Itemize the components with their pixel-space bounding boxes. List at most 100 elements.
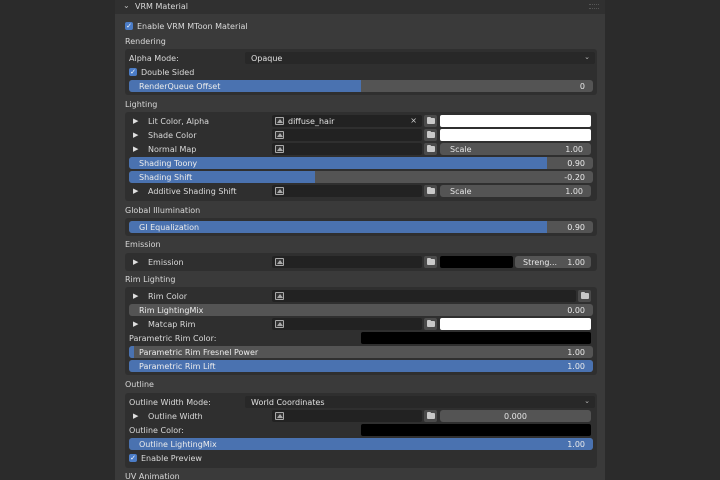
folder-icon[interactable] bbox=[424, 143, 437, 155]
folder-icon[interactable] bbox=[424, 318, 437, 330]
gi-equalization-value: 0.90 bbox=[567, 223, 585, 232]
gi-equalization-label: GI Equalization bbox=[139, 223, 200, 232]
lit-color-texture-field[interactable]: diffuse_hair × bbox=[272, 115, 422, 127]
expand-arrow-icon[interactable]: ▶ bbox=[133, 131, 138, 139]
clear-texture-icon[interactable]: × bbox=[410, 116, 417, 125]
rim-fresnel-power-slider[interactable]: Parametric Rim Fresnel Power 1.00 bbox=[129, 346, 593, 358]
right-margin bbox=[605, 0, 720, 480]
additive-shading-shift-label: Additive Shading Shift bbox=[148, 187, 237, 196]
matcap-texture-field[interactable] bbox=[272, 318, 422, 330]
folder-icon[interactable] bbox=[424, 185, 437, 197]
left-margin bbox=[0, 0, 115, 480]
additive-shading-texture-field[interactable] bbox=[272, 185, 422, 197]
emission-section-title: Emission bbox=[125, 240, 161, 249]
alpha-mode-dropdown[interactable]: Opaque ⌄ bbox=[245, 52, 595, 64]
expand-arrow-icon[interactable]: ▶ bbox=[133, 145, 138, 153]
expand-arrow-icon[interactable]: ▶ bbox=[133, 117, 138, 125]
additive-scale-field[interactable]: Scale 1.00 bbox=[440, 185, 591, 197]
panel-title: VRM Material bbox=[135, 2, 188, 11]
folder-icon[interactable] bbox=[424, 410, 437, 422]
rim-fresnel-power-label: Parametric Rim Fresnel Power bbox=[139, 348, 259, 357]
strength-label: Streng... bbox=[523, 258, 558, 267]
shade-color-texture-field[interactable] bbox=[272, 129, 422, 141]
outline-width-value: 0.000 bbox=[504, 412, 527, 421]
shading-toony-value: 0.90 bbox=[567, 159, 585, 168]
outline-color-swatch[interactable] bbox=[361, 424, 591, 436]
outline-color-label: Outline Color: bbox=[129, 426, 184, 435]
outline-width-texture-field[interactable] bbox=[272, 410, 422, 422]
renderqueue-offset-slider[interactable]: RenderQueue Offset 0 bbox=[129, 80, 593, 92]
rim-lift-label: Parametric Rim Lift bbox=[139, 362, 216, 371]
rim-lightingmix-slider[interactable]: Rim LightingMix 0.00 bbox=[129, 304, 593, 316]
folder-icon[interactable] bbox=[424, 129, 437, 141]
strength-value: 1.00 bbox=[567, 258, 585, 267]
outline-width-label: Outline Width bbox=[148, 412, 203, 421]
enable-mtoon-checkbox[interactable]: ✓ bbox=[125, 22, 133, 30]
rim-lightingmix-label: Rim LightingMix bbox=[139, 306, 204, 315]
enable-preview-label: Enable Preview bbox=[141, 454, 202, 463]
folder-icon[interactable] bbox=[424, 256, 437, 268]
shading-shift-slider[interactable]: Shading Shift -0.20 bbox=[129, 171, 593, 183]
outline-section-title: Outline bbox=[125, 380, 154, 389]
gi-equalization-slider[interactable]: GI Equalization 0.90 bbox=[129, 221, 593, 233]
outline-width-mode-value: World Coordinates bbox=[251, 398, 325, 407]
lit-color-swatch[interactable] bbox=[440, 115, 591, 127]
outline-box: Outline Width Mode: World Coordinates ⌄ … bbox=[125, 393, 597, 468]
rim-lift-slider[interactable]: Parametric Rim Lift 1.00 bbox=[129, 360, 593, 372]
emission-color-swatch[interactable] bbox=[440, 256, 513, 268]
rendering-section-title: Rendering bbox=[125, 37, 166, 46]
expand-arrow-icon[interactable]: ▶ bbox=[133, 320, 138, 328]
rim-color-texture-field[interactable] bbox=[272, 290, 576, 302]
shade-color-label: Shade Color bbox=[148, 131, 197, 140]
emission-texture-field[interactable] bbox=[272, 256, 422, 268]
rim-fresnel-power-value: 1.00 bbox=[567, 348, 585, 357]
outline-lightingmix-slider[interactable]: Outline LightingMix 1.00 bbox=[129, 438, 593, 450]
folder-icon[interactable] bbox=[578, 290, 591, 302]
drag-grip-icon[interactable] bbox=[589, 4, 599, 9]
chevron-down-icon: ⌄ bbox=[584, 397, 590, 405]
normal-map-texture-field[interactable] bbox=[272, 143, 422, 155]
shade-color-swatch[interactable] bbox=[440, 129, 591, 141]
scale-label: Scale bbox=[450, 145, 472, 154]
image-icon bbox=[275, 117, 284, 125]
expand-arrow-icon[interactable]: ▶ bbox=[133, 292, 138, 300]
normal-map-label: Normal Map bbox=[148, 145, 197, 154]
outline-width-field[interactable]: 0.000 bbox=[440, 410, 591, 422]
slider-fill bbox=[129, 346, 134, 358]
matcap-swatch[interactable] bbox=[440, 318, 591, 330]
alpha-mode-value: Opaque bbox=[251, 54, 283, 63]
parametric-rim-color-swatch[interactable] bbox=[361, 332, 591, 344]
scale-label: Scale bbox=[450, 187, 472, 196]
folder-icon[interactable] bbox=[424, 115, 437, 127]
panel-header[interactable]: ⌄ VRM Material bbox=[115, 0, 605, 14]
image-icon bbox=[275, 292, 284, 300]
image-icon bbox=[275, 320, 284, 328]
vrm-material-panel: ⌄ VRM Material ✓ Enable VRM MToon Materi… bbox=[115, 0, 605, 480]
outline-lightingmix-value: 1.00 bbox=[567, 440, 585, 449]
rim-lightingmix-value: 0.00 bbox=[567, 306, 585, 315]
rim-section-title: Rim Lighting bbox=[125, 275, 176, 284]
double-sided-checkbox[interactable]: ✓ bbox=[129, 68, 137, 76]
renderqueue-offset-label: RenderQueue Offset bbox=[139, 82, 221, 91]
outline-width-mode-label: Outline Width Mode: bbox=[129, 398, 211, 407]
expand-arrow-icon[interactable]: ▶ bbox=[133, 187, 138, 195]
lighting-section-title: Lighting bbox=[125, 100, 158, 109]
scale-value: 1.00 bbox=[565, 145, 583, 154]
image-icon bbox=[275, 258, 284, 266]
shading-toony-label: Shading Toony bbox=[139, 159, 198, 168]
outline-width-mode-dropdown[interactable]: World Coordinates ⌄ bbox=[245, 396, 595, 408]
shading-shift-label: Shading Shift bbox=[139, 173, 193, 182]
uv-animation-section-title: UV Animation bbox=[125, 472, 180, 480]
collapse-chevron-icon[interactable]: ⌄ bbox=[123, 1, 130, 10]
expand-arrow-icon[interactable]: ▶ bbox=[133, 258, 138, 266]
expand-arrow-icon[interactable]: ▶ bbox=[133, 412, 138, 420]
emission-strength-field[interactable]: Streng... 1.00 bbox=[515, 256, 591, 268]
gi-box: GI Equalization 0.90 bbox=[125, 218, 597, 236]
gi-section-title: Global Illumination bbox=[125, 206, 201, 215]
emission-box: ▶ Emission Streng... 1.00 bbox=[125, 253, 597, 271]
shading-toony-slider[interactable]: Shading Toony 0.90 bbox=[129, 157, 593, 169]
enable-preview-checkbox[interactable]: ✓ bbox=[129, 454, 137, 462]
double-sided-label: Double Sided bbox=[141, 68, 195, 77]
normal-map-scale-field[interactable]: Scale 1.00 bbox=[440, 143, 591, 155]
rim-lift-value: 1.00 bbox=[567, 362, 585, 371]
